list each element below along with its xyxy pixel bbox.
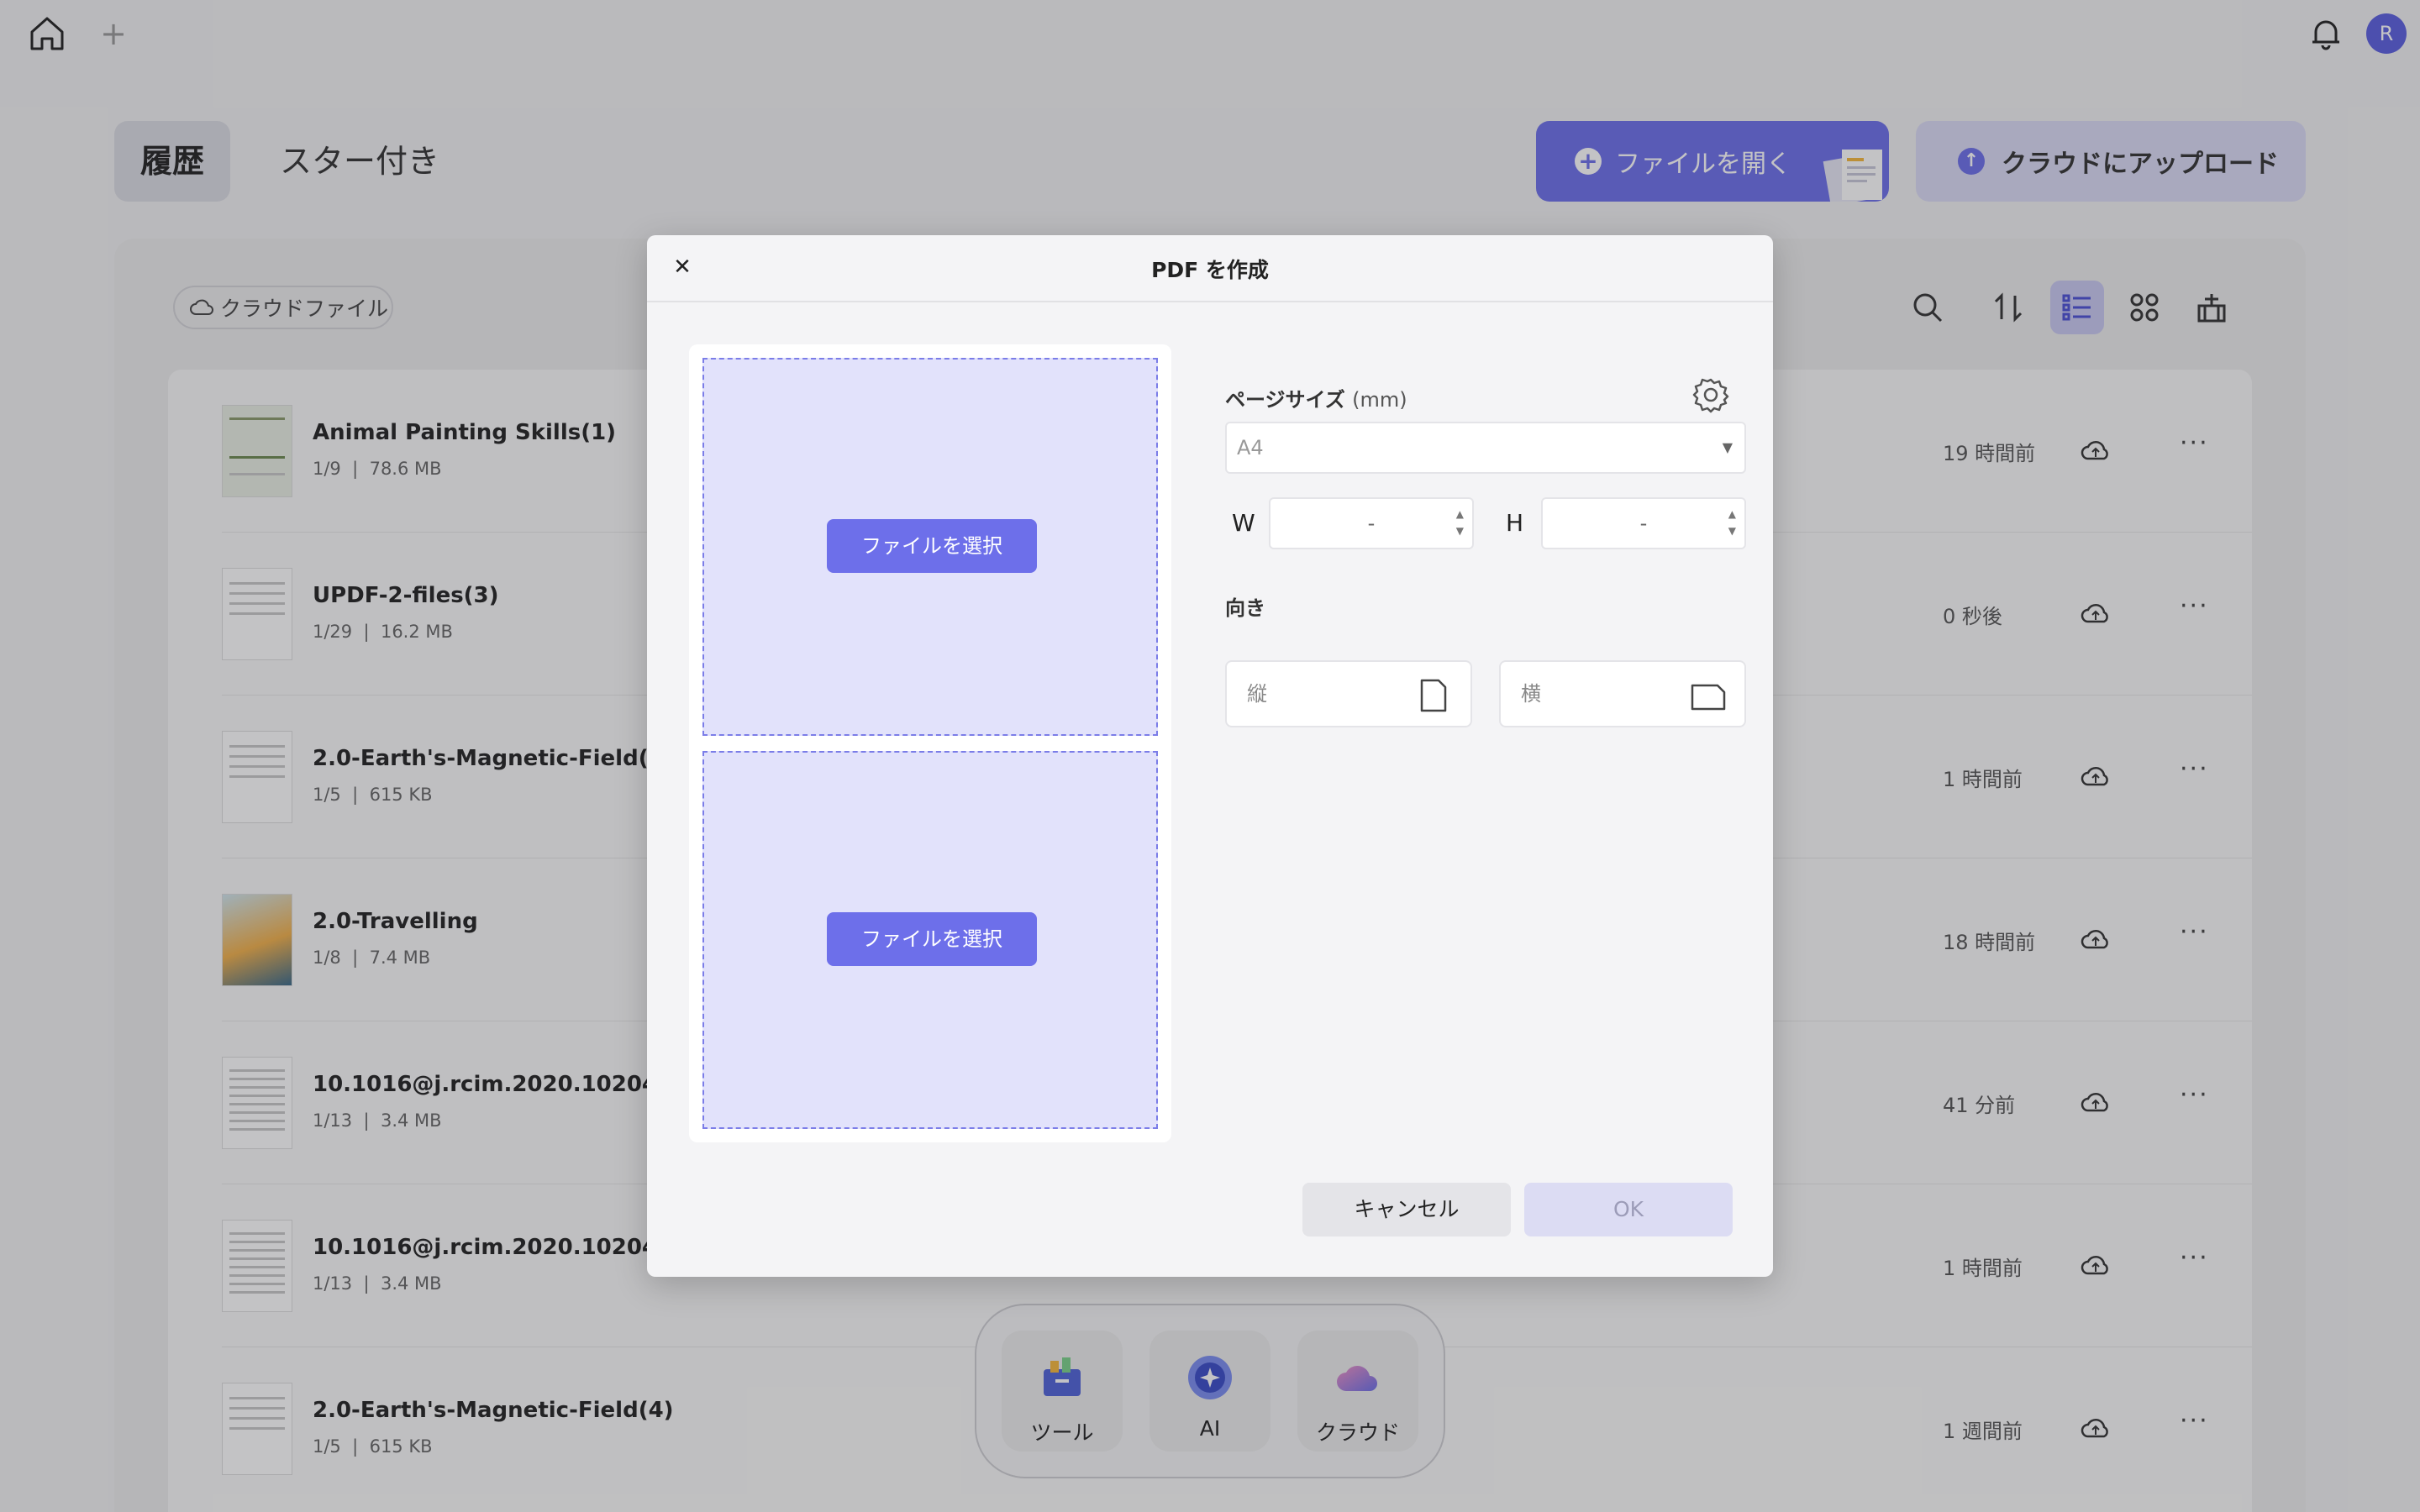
drop-zone[interactable]: ファイルを選択 — [702, 751, 1158, 1129]
stepper-arrows-icon[interactable]: ▲ ▼ — [1456, 506, 1464, 539]
dialog-title: PDF を作成 — [1151, 258, 1269, 282]
portrait-page-icon — [1420, 679, 1447, 712]
landscape-page-icon — [1691, 684, 1726, 711]
portrait-label: 縦 — [1247, 682, 1267, 706]
chevron-down-icon: ▼ — [1722, 439, 1733, 455]
cancel-button[interactable]: キャンセル — [1302, 1183, 1511, 1236]
stepper-arrows-icon[interactable]: ▲ ▼ — [1728, 506, 1736, 539]
gear-icon[interactable] — [1692, 376, 1729, 413]
choose-file-button[interactable]: ファイルを選択 — [827, 912, 1037, 966]
portrait-option[interactable]: 縦 — [1225, 660, 1472, 727]
dialog-header: ✕ PDF を作成 — [647, 235, 1773, 302]
page-size-label: ページサイズ (mm) — [1225, 388, 1407, 412]
choose-file-button[interactable]: ファイルを選択 — [827, 519, 1037, 573]
landscape-option[interactable]: 横 — [1499, 660, 1746, 727]
height-stepper[interactable]: - ▲ ▼ — [1541, 497, 1746, 549]
landscape-label: 横 — [1521, 682, 1541, 706]
width-label: W — [1232, 509, 1255, 537]
height-label: H — [1506, 509, 1524, 537]
orientation-label: 向き — [1225, 596, 1265, 620]
page-size-value: A4 — [1237, 436, 1264, 459]
height-value: - — [1639, 512, 1648, 535]
page-size-select[interactable]: A4 ▼ — [1225, 422, 1746, 474]
ok-button[interactable]: OK — [1524, 1183, 1733, 1236]
width-value: - — [1367, 512, 1376, 535]
create-pdf-dialog: ✕ PDF を作成 ファイルを選択 ファイルを選択 ページサイズ (mm) A4… — [647, 235, 1773, 1277]
width-stepper[interactable]: - ▲ ▼ — [1269, 497, 1474, 549]
page-preview-area: ファイルを選択 ファイルを選択 — [689, 344, 1171, 1142]
drop-zone[interactable]: ファイルを選択 — [702, 358, 1158, 736]
